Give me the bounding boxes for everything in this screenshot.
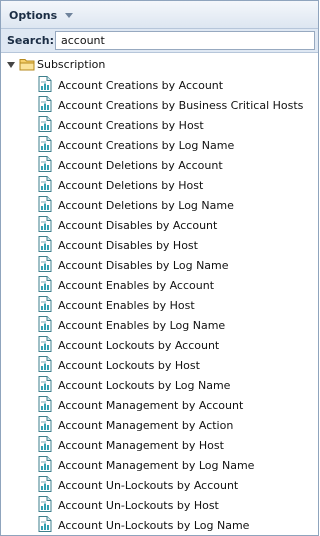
report-item[interactable]: Account Deletions by Host <box>37 175 317 195</box>
report-item[interactable]: Account Enables by Account <box>37 275 317 295</box>
report-item-label: Account Un-Lockouts by Account <box>58 479 239 492</box>
report-item[interactable]: Account Management by Action <box>37 415 317 435</box>
report-icon <box>38 176 52 192</box>
expand-toggle-icon[interactable] <box>7 62 15 68</box>
report-icon <box>38 196 52 212</box>
report-item-label: Account Lockouts by Host <box>58 359 200 372</box>
chevron-down-icon[interactable] <box>65 13 73 18</box>
report-icon <box>38 376 52 392</box>
report-item-label: Account Deletions by Log Name <box>58 199 234 212</box>
report-icon <box>38 156 52 172</box>
report-icon <box>38 136 52 152</box>
report-item[interactable]: Account Un-Lockouts by Account <box>37 475 317 495</box>
report-item-label: Account Lockouts by Account <box>58 339 220 352</box>
report-item-label: Account Creations by Business Critical H… <box>58 99 304 112</box>
report-item[interactable]: Account Lockouts by Log Name <box>37 375 317 395</box>
report-item-label: Account Management by Host <box>58 439 224 452</box>
search-label: Search: <box>7 34 54 47</box>
report-tree: Subscription Account Creations by Accoun… <box>1 57 318 535</box>
report-item-label: Account Enables by Account <box>58 279 215 292</box>
report-item-label: Account Lockouts by Log Name <box>58 379 231 392</box>
report-icon <box>38 76 52 92</box>
report-icon <box>38 236 52 252</box>
report-icon <box>38 476 52 492</box>
report-item-label: Account Disables by Host <box>58 239 198 252</box>
report-item[interactable]: Account Deletions by Log Name <box>37 195 317 215</box>
report-item[interactable]: Account Creations by Host <box>37 115 317 135</box>
report-item-label: Account Management by Account <box>58 399 244 412</box>
report-item[interactable]: Account Creations by Business Critical H… <box>37 95 317 115</box>
report-icon <box>38 356 52 372</box>
report-item-label: Account Enables by Log Name <box>58 319 226 332</box>
report-item-label: Account Un-Lockouts by Log Name <box>58 519 250 532</box>
report-item[interactable]: Account Creations by Account <box>37 75 317 95</box>
report-item-label: Account Creations by Log Name <box>58 139 235 152</box>
report-item[interactable]: Account Un-Lockouts by Log Name <box>37 515 317 535</box>
report-icon <box>38 516 52 532</box>
search-bar: Search: <box>1 29 318 53</box>
report-item[interactable]: Account Disables by Host <box>37 235 317 255</box>
report-icon <box>38 436 52 452</box>
report-icon <box>38 296 52 312</box>
report-icon <box>38 416 52 432</box>
report-item-label: Account Creations by Host <box>58 119 204 132</box>
report-icon <box>38 396 52 412</box>
report-item-label: Account Disables by Account <box>58 219 218 232</box>
report-icon <box>38 316 52 332</box>
report-item[interactable]: Account Management by Account <box>37 395 317 415</box>
options-bar: Options <box>1 1 318 29</box>
report-icon <box>38 256 52 272</box>
report-item-label: Account Un-Lockouts by Host <box>58 499 219 512</box>
report-item[interactable]: Account Un-Lockouts by Host <box>37 495 317 515</box>
report-item-label: Account Management by Action <box>58 419 234 432</box>
report-item[interactable]: Account Creations by Log Name <box>37 135 317 155</box>
report-icon <box>38 96 52 112</box>
report-item[interactable]: Account Management by Log Name <box>37 455 317 475</box>
report-item-label: Account Deletions by Host <box>58 179 204 192</box>
report-icon <box>38 216 52 232</box>
report-icon <box>38 116 52 132</box>
report-icon <box>38 456 52 472</box>
tree-folder-label: Subscription <box>37 58 106 71</box>
report-item-label: Account Deletions by Account <box>58 159 223 172</box>
report-item-label: Account Management by Log Name <box>58 459 255 472</box>
report-item-label: Account Disables by Log Name <box>58 259 229 272</box>
report-item[interactable]: Account Lockouts by Host <box>37 355 317 375</box>
report-item-label: Account Enables by Host <box>58 299 195 312</box>
report-item[interactable]: Account Disables by Account <box>37 215 317 235</box>
report-browser-panel: Options Search: Subscription Account Cre… <box>0 0 319 536</box>
report-item[interactable]: Account Management by Host <box>37 435 317 455</box>
report-icon <box>38 336 52 352</box>
report-icon <box>38 276 52 292</box>
report-item[interactable]: Account Deletions by Account <box>37 155 317 175</box>
report-icon <box>38 496 52 512</box>
report-item[interactable]: Account Lockouts by Account <box>37 335 317 355</box>
report-item[interactable]: Account Enables by Host <box>37 295 317 315</box>
report-item[interactable]: Account Enables by Log Name <box>37 315 317 335</box>
folder-icon <box>19 59 35 71</box>
report-item-label: Account Creations by Account <box>58 79 224 92</box>
report-item[interactable]: Account Disables by Log Name <box>37 255 317 275</box>
search-input[interactable] <box>55 31 315 50</box>
options-menu[interactable]: Options <box>9 9 57 22</box>
